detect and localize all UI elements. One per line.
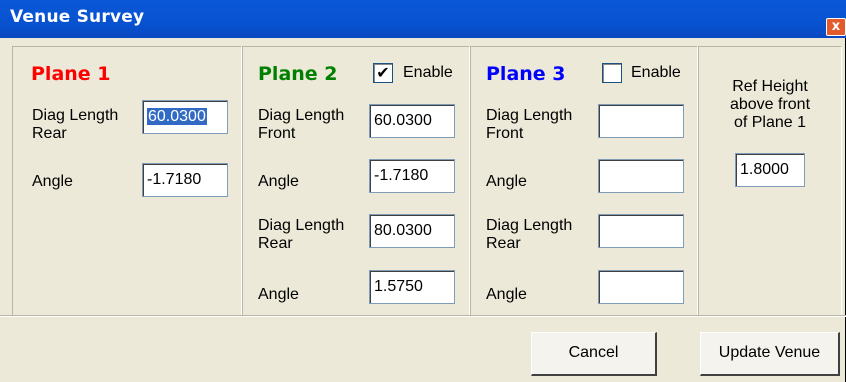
- plane2-angle-rear-label: Angle: [258, 286, 299, 303]
- cancel-button[interactable]: Cancel: [531, 332, 657, 376]
- plane2-diag-front-label: Diag Length Front: [258, 107, 345, 142]
- close-icon[interactable]: x: [826, 18, 846, 36]
- plane3-diag-front-input[interactable]: [598, 104, 684, 138]
- plane3-angle-rear-input[interactable]: [598, 270, 684, 304]
- window-title: Venue Survey: [10, 7, 145, 27]
- plane2-diag-rear-input[interactable]: 80.0300: [369, 214, 455, 248]
- plane3-diag-rear-label: Diag Length Rear: [486, 217, 573, 252]
- plane3-angle-front-label: Angle: [486, 173, 527, 190]
- plane2-diag-rear-label: Diag Length Rear: [258, 217, 345, 252]
- plane1-diag-rear-value: 60.0300: [147, 108, 207, 125]
- plane3-angle-front-input[interactable]: [598, 159, 684, 193]
- plane2-enable-label: Enable: [403, 64, 453, 81]
- plane2-angle-front-label: Angle: [258, 173, 299, 190]
- plane2-diag-front-input[interactable]: 60.0300: [369, 104, 455, 138]
- plane2-angle-rear-input[interactable]: 1.5750: [369, 270, 455, 304]
- update-venue-button[interactable]: Update Venue: [700, 332, 840, 376]
- plane2-enable-checkbox[interactable]: ✔: [373, 63, 393, 83]
- plane1-diag-rear-input[interactable]: 60.0300: [142, 100, 228, 134]
- plane3-heading: Plane 3: [486, 63, 566, 85]
- plane1-heading: Plane 1: [31, 63, 111, 85]
- plane1-angle-input[interactable]: -1.7180: [142, 163, 228, 197]
- plane3-diag-rear-input[interactable]: [598, 214, 684, 248]
- ref-height-label: Ref Height above front of Plane 1: [729, 78, 811, 131]
- title-bar[interactable]: Venue Survey x: [0, 0, 846, 38]
- plane3-diag-front-label: Diag Length Front: [486, 107, 573, 142]
- plane3-enable-checkbox[interactable]: [602, 63, 622, 83]
- separator: [0, 315, 846, 317]
- plane1-angle-label: Angle: [32, 173, 73, 190]
- plane3-angle-rear-label: Angle: [486, 286, 527, 303]
- venue-survey-dialog: Venue Survey x Plane 1 Diag Length Rear 6…: [0, 0, 846, 382]
- plane2-heading: Plane 2: [258, 63, 338, 85]
- plane2-angle-front-input[interactable]: -1.7180: [369, 159, 455, 193]
- plane3-enable-label: Enable: [631, 64, 681, 81]
- ref-height-input[interactable]: 1.8000: [735, 153, 805, 187]
- plane1-diag-rear-label: Diag Length Rear: [32, 107, 119, 142]
